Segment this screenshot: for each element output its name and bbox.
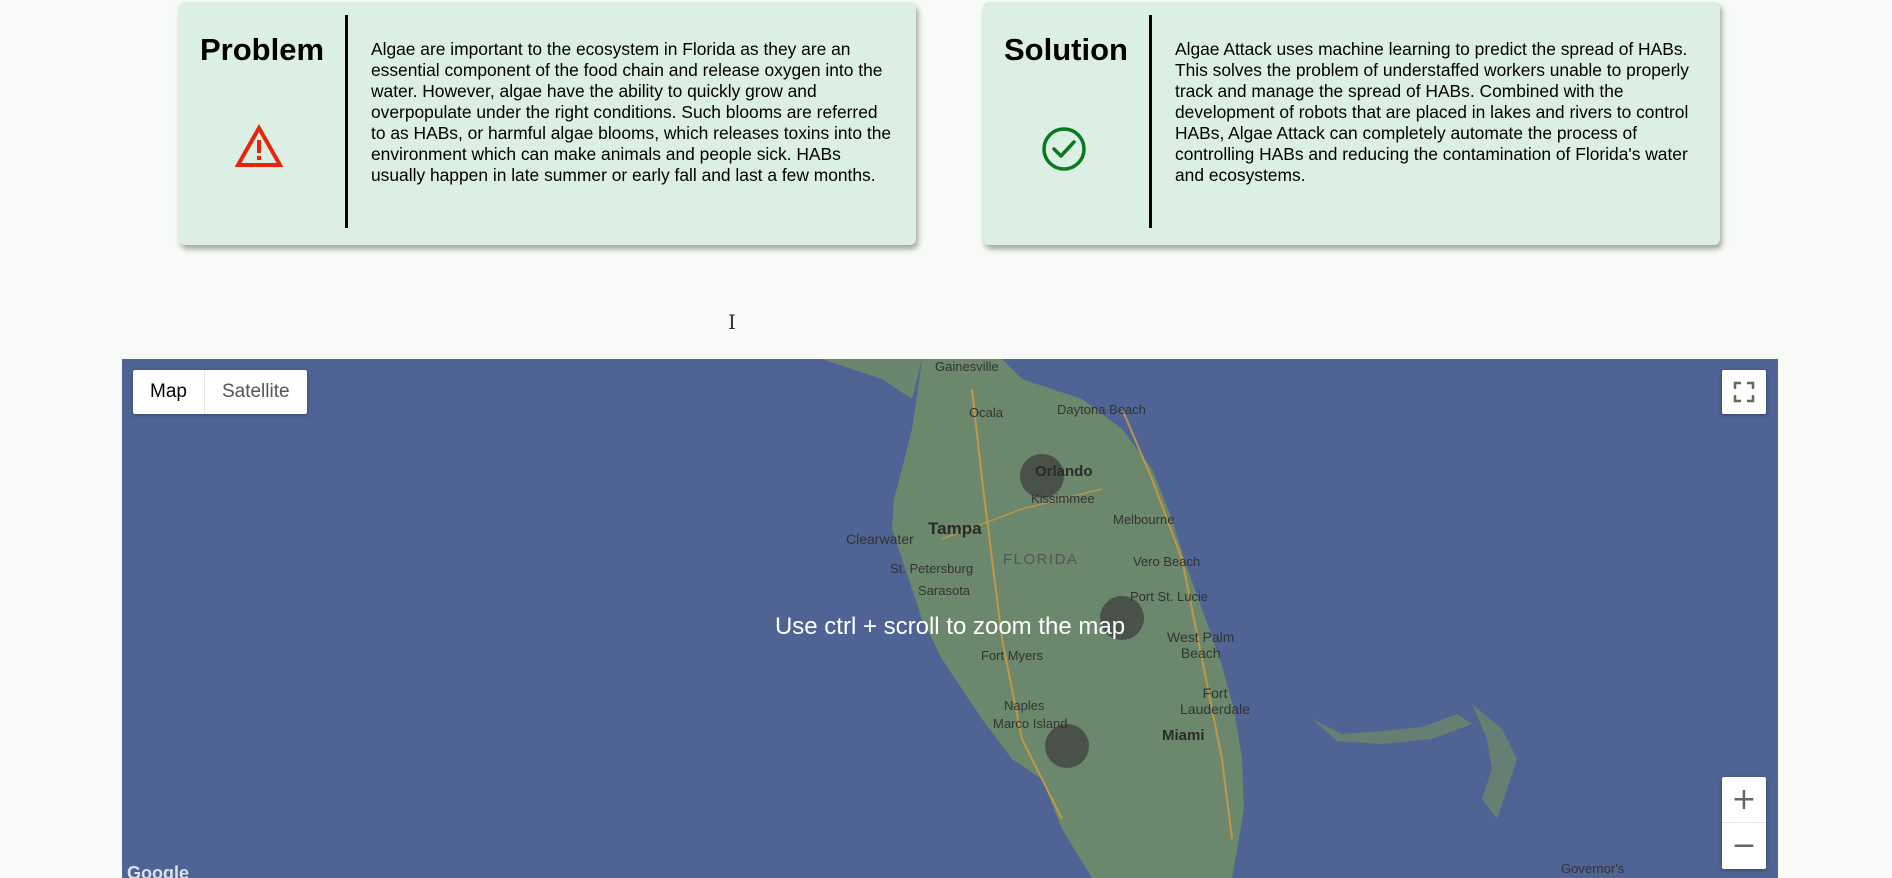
fullscreen-icon (1733, 381, 1755, 403)
map-type-map-button[interactable]: Map (133, 370, 205, 414)
warning-icon (234, 123, 284, 173)
map-label: Miami (1162, 727, 1205, 744)
map-label: Governor's (1561, 861, 1625, 876)
map-label: Marco Island (993, 716, 1068, 731)
problem-text: Algae are important to the ecosystem in … (371, 39, 892, 185)
solution-text: Algae Attack uses machine learning to pr… (1175, 39, 1689, 185)
map-label: Tampa (928, 519, 982, 538)
solution-card: Solution Algae Attack uses machine learn… (983, 2, 1720, 245)
google-logo: Google (127, 863, 189, 878)
map-label: Clearwater (846, 531, 914, 547)
check-circle-icon (1041, 126, 1087, 177)
map-label: Melbourne (1113, 512, 1175, 527)
map-label: Naples (1004, 698, 1045, 713)
map-label: Kissimmee (1031, 491, 1095, 506)
problem-title: Problem (200, 32, 325, 67)
map-type-satellite-button[interactable]: Satellite (205, 370, 307, 414)
problem-divider (345, 15, 348, 228)
solution-title: Solution (1004, 32, 1128, 67)
map-container[interactable]: Gainesville Daytona Beach Ocala Orlando … (122, 359, 1778, 878)
map-label: Orlando (1035, 463, 1093, 480)
fullscreen-button[interactable] (1722, 370, 1766, 414)
map-label: Ocala (969, 405, 1003, 420)
zoom-hint-overlay: Use ctrl + scroll to zoom the map (774, 613, 1126, 640)
problem-card: Problem Algae are important to the ecosy… (179, 2, 916, 245)
map-label: St. Petersburg (890, 561, 974, 576)
solution-divider (1149, 15, 1152, 228)
zoom-in-button[interactable]: + (1722, 777, 1766, 823)
map-label: Sarasota (918, 583, 971, 598)
text-cursor-icon: I (728, 310, 736, 334)
map-label: FLORIDA (1003, 551, 1079, 568)
map-label: Fort Myers (981, 648, 1044, 663)
map-label: Daytona Beach (1057, 402, 1146, 417)
zoom-out-button[interactable]: − (1722, 823, 1766, 869)
map-label: Fort Lauderdale (1180, 685, 1251, 717)
map-label: Gainesville (935, 359, 999, 374)
map-label: Vero Beach (1133, 554, 1201, 569)
map-type-control: Map Satellite (133, 370, 307, 414)
zoom-control: + − (1722, 777, 1766, 869)
map-label: Port St. Lucie (1130, 589, 1209, 604)
